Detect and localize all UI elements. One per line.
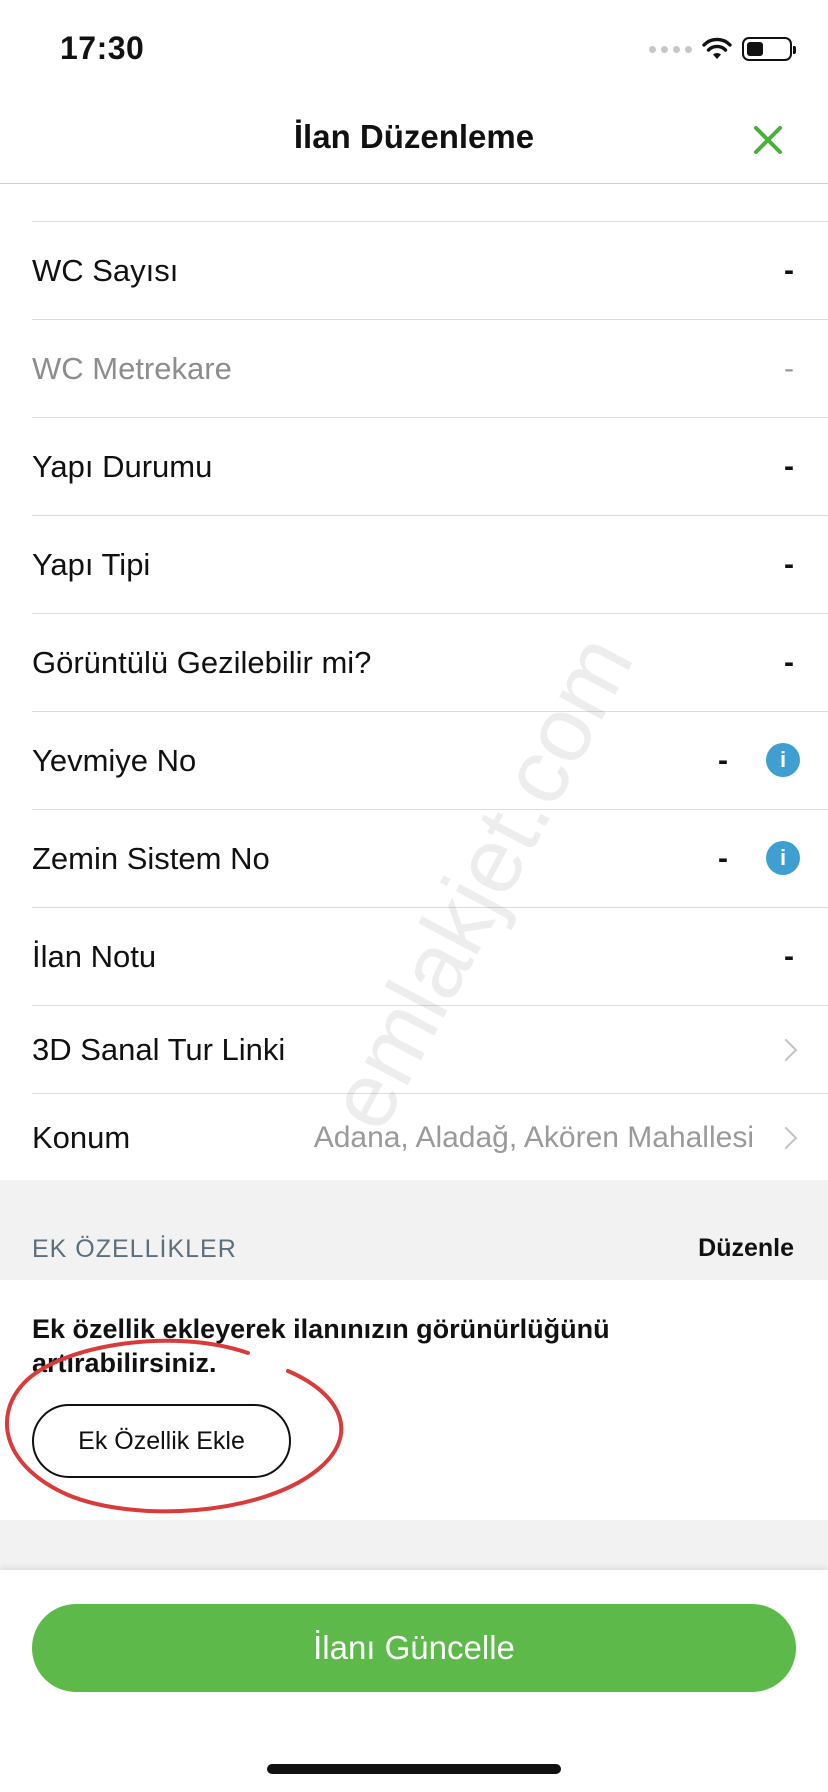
row-label: Yapı Tipi [32,546,151,582]
home-indicator[interactable] [267,1764,561,1774]
row-label: Yevmiye No [32,742,197,778]
row-label: İlan Notu [32,938,157,974]
divider [32,184,828,222]
wifi-icon [702,37,732,59]
row-value: - [718,743,728,777]
row-wc-sayisi[interactable]: WC Sayısı - [32,222,828,320]
page-title: İlan Düzenleme [293,118,535,155]
row-label: 3D Sanal Tur Linki [32,1031,286,1067]
row-3d-sanal-tur[interactable]: 3D Sanal Tur Linki [32,1006,828,1094]
battery-icon [742,37,796,61]
row-label: WC Metrekare [32,350,232,386]
row-zemin-sistem-no[interactable]: Zemin Sistem No - i [32,810,828,908]
row-label: Yapı Durumu [32,448,213,484]
info-icon[interactable]: i [766,841,800,875]
features-description: Ek özellik ekleyerek ilanınızın görünürl… [32,1314,610,1378]
row-value: - [784,253,794,287]
status-bar: 17:30 [0,0,828,96]
info-icon[interactable]: i [766,743,800,777]
row-label: Konum [32,1120,131,1155]
row-label: Görüntülü Gezilebilir mi? [32,644,372,680]
row-value: - [784,645,794,679]
row-ilan-notu[interactable]: İlan Notu - [32,908,828,1006]
add-feature-button[interactable]: Ek Özellik Ekle [32,1404,291,1478]
row-label: WC Sayısı [32,252,179,288]
bottom-bar: İlanı Güncelle [0,1570,828,1792]
row-value: - [784,449,794,483]
row-wc-metrekare: WC Metrekare - [32,320,828,418]
update-listing-button[interactable]: İlanı Güncelle [32,1604,796,1692]
status-time: 17:30 [60,30,145,66]
row-konum[interactable]: Konum Adana, Aladağ, Akören Mahallesi [32,1094,828,1182]
section-header: EK ÖZELLİKLER Düzenle [0,1180,828,1280]
row-value: Adana, Aladağ, Akören Mahallesi [313,1121,754,1154]
close-icon [754,126,782,154]
row-yevmiye-no[interactable]: Yevmiye No - i [32,712,828,810]
status-icons [649,34,796,64]
row-yapi-durumu[interactable]: Yapı Durumu - [32,418,828,516]
close-button[interactable] [748,120,788,160]
row-label: Zemin Sistem No [32,840,270,876]
divider [0,1520,828,1570]
features-panel: Ek özellik ekleyerek ilanınızın görünürl… [0,1280,828,1520]
chevron-right-icon [774,1126,798,1150]
row-value: - [784,351,794,385]
row-yapi-tipi[interactable]: Yapı Tipi - [32,516,828,614]
row-value: - [718,841,728,875]
cellular-signal-icon [649,45,692,53]
listing-detail-list: WC Sayısı - WC Metrekare - Yapı Durumu -… [0,184,828,1182]
row-goruntulu-gezilebilir[interactable]: Görüntülü Gezilebilir mi? - [32,614,828,712]
edit-features-link[interactable]: Düzenle [698,1234,794,1263]
chevron-right-icon [774,1038,798,1062]
row-value: - [784,547,794,581]
row-value: - [784,939,794,973]
nav-bar: İlan Düzenleme [0,96,828,184]
section-title: EK ÖZELLİKLER [32,1235,237,1263]
